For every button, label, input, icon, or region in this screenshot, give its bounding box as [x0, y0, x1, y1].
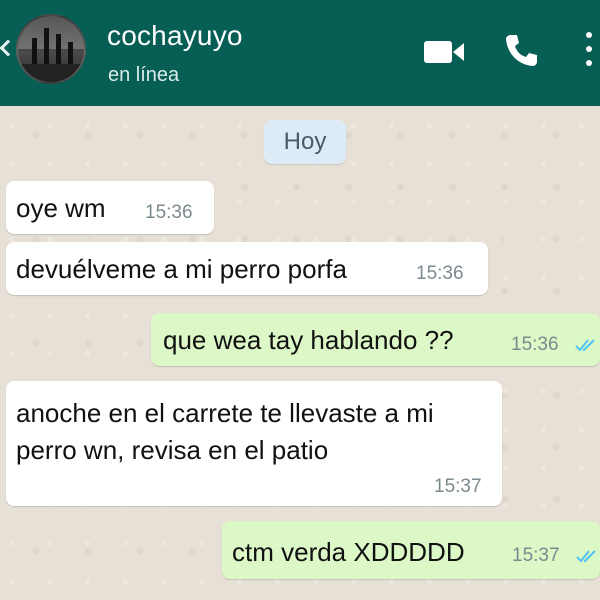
- message-time: 15:37: [434, 476, 482, 497]
- avatar-tower: [44, 28, 49, 68]
- message-incoming[interactable]: devuélveme a mi perro porfa 15:36: [6, 242, 488, 295]
- message-text: que wea tay hablando ??: [163, 325, 454, 355]
- message-outgoing[interactable]: que wea tay hablando ?? 15:36: [151, 313, 600, 366]
- dot: [586, 60, 592, 66]
- message-time: 15:37: [512, 545, 560, 566]
- contact-avatar[interactable]: [16, 14, 86, 84]
- phone-call-icon[interactable]: [503, 32, 539, 68]
- avatar-sky: [18, 16, 84, 49]
- message-incoming[interactable]: anoche en el carrete te llevaste a mi pe…: [6, 381, 502, 506]
- message-time: 15:36: [416, 263, 464, 284]
- back-arrow-icon[interactable]: [0, 39, 17, 57]
- contact-status: en línea: [108, 64, 180, 86]
- read-ticks-icon: [575, 339, 595, 352]
- message-text: devuélveme a mi perro porfa: [16, 254, 347, 284]
- chat-header: cochayuyo en línea: [0, 0, 600, 106]
- date-separator: Hoy: [264, 120, 346, 164]
- avatar-ground: [18, 64, 84, 82]
- dot: [586, 32, 592, 38]
- message-outgoing[interactable]: ctm verda XDDDDD 15:37: [222, 521, 600, 579]
- message-text: ctm verda XDDDDD: [232, 537, 465, 567]
- video-call-icon[interactable]: [422, 38, 466, 66]
- dot: [586, 46, 592, 52]
- more-options-icon[interactable]: [586, 32, 594, 70]
- contact-name[interactable]: cochayuyo: [107, 20, 243, 52]
- message-text: anoche en el carrete te llevaste a mi pe…: [16, 398, 434, 465]
- avatar-tower: [56, 34, 61, 68]
- message-text: oye wm: [16, 193, 106, 223]
- read-ticks-icon: [576, 550, 596, 563]
- message-time: 15:36: [511, 334, 559, 355]
- message-time: 15:36: [145, 202, 193, 223]
- message-incoming[interactable]: oye wm 15:36: [6, 181, 214, 234]
